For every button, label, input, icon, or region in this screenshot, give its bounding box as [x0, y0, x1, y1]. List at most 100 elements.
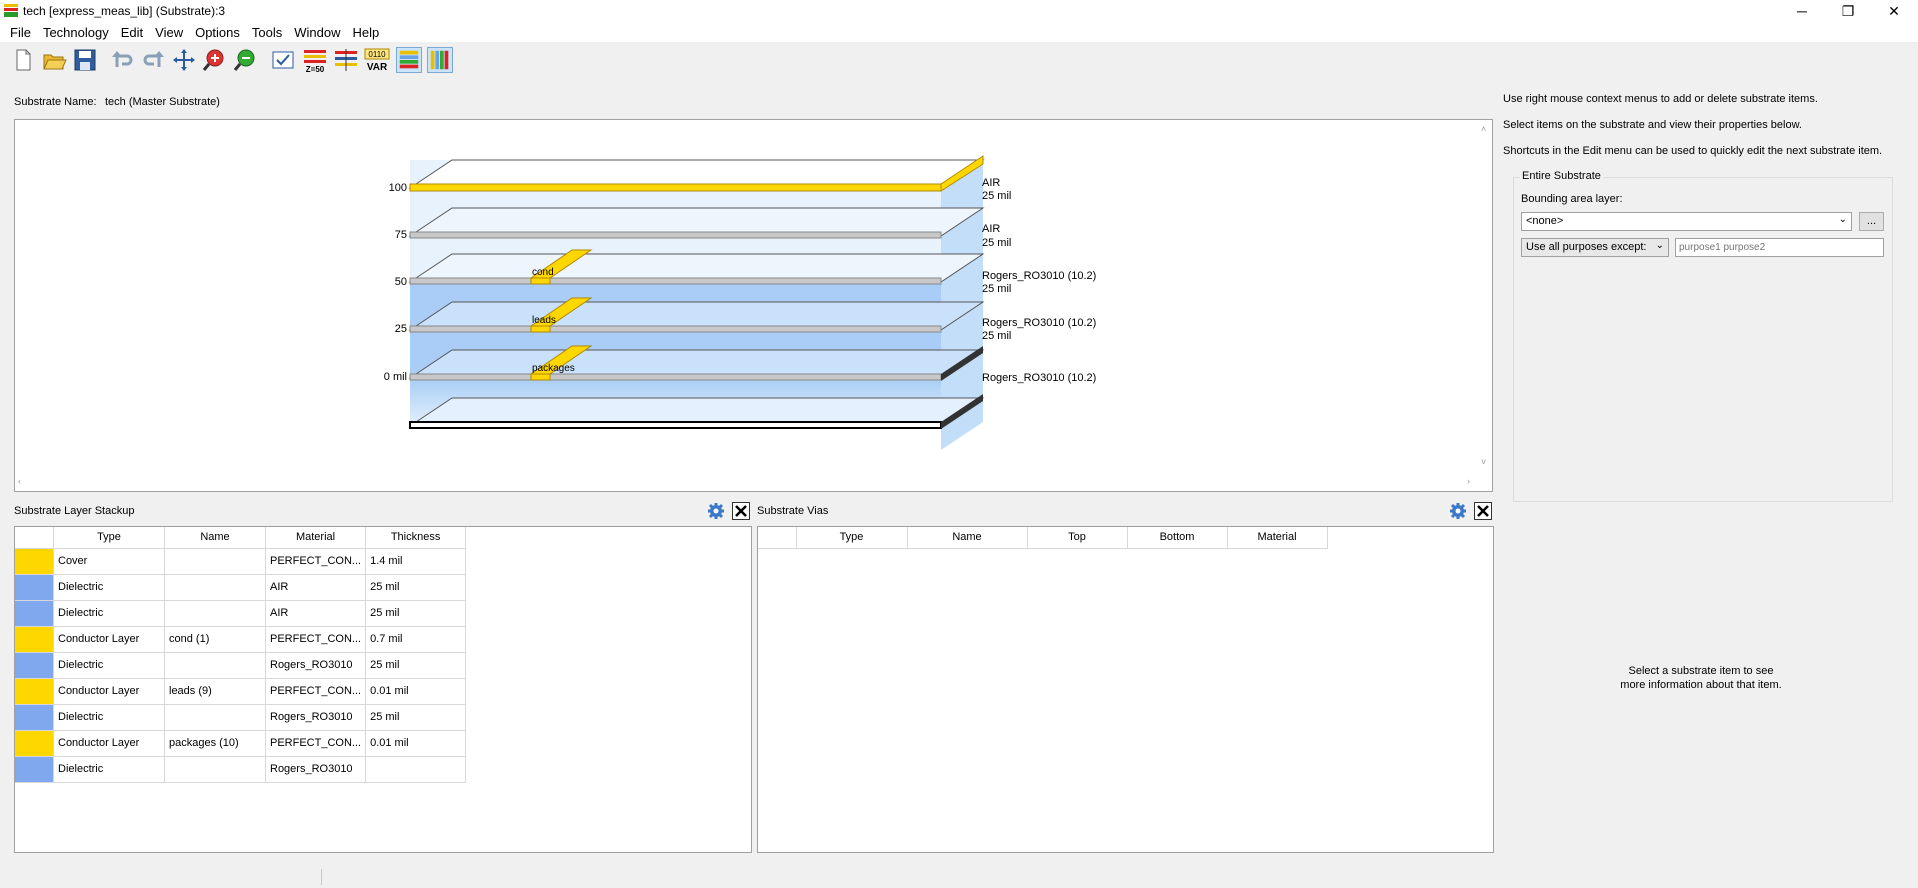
menu-technology[interactable]: Technology — [37, 25, 115, 40]
cell-material: AIR — [265, 600, 367, 627]
table-row[interactable]: Conductor Layer leads (9) PERFECT_CON...… — [15, 678, 467, 705]
table-row[interactable]: Conductor Layer packages (10) PERFECT_CO… — [15, 730, 467, 757]
vias-title: Substrate Vias — [757, 505, 829, 517]
cell-type: Conductor Layer — [53, 626, 165, 653]
col-vias-top[interactable]: Top — [1027, 527, 1128, 549]
color-swatch — [15, 652, 54, 679]
stackup-close-icon[interactable] — [732, 502, 750, 520]
vias-table: Type Name Top Bottom Material — [758, 527, 1328, 549]
cell-type: Dielectric — [53, 756, 165, 783]
col-vias-type[interactable]: Type — [796, 527, 908, 549]
bounding-area-label: Bounding area layer: — [1521, 193, 1623, 205]
redo-icon[interactable] — [140, 47, 166, 73]
help-text-3: Shortcuts in the Edit menu can be used t… — [1503, 145, 1883, 157]
cell-type: Cover — [53, 548, 165, 575]
vias-table-panel[interactable]: Type Name Top Bottom Material — [757, 526, 1494, 853]
close-window-button[interactable]: ✕ — [1871, 0, 1917, 22]
col-type[interactable]: Type — [53, 527, 165, 549]
toolbar: Z=50 0110 VAR — [0, 44, 1918, 76]
cell-name — [164, 548, 266, 575]
table-row[interactable]: Cover PERFECT_CON... 1.4 mil — [15, 548, 467, 575]
cell-material: Rogers_RO3010 — [265, 756, 367, 783]
right-label-thickness-2: 25 mil — [982, 237, 1011, 249]
cover-conductor[interactable] — [409, 183, 942, 192]
menu-tools[interactable]: Tools — [246, 25, 288, 40]
cell-name — [164, 600, 266, 627]
purposes-mode-select[interactable]: Use all purposes except: ⌄ — [1521, 238, 1669, 257]
vias-settings-gear-icon[interactable] — [1449, 502, 1467, 520]
zoom-in-icon[interactable] — [201, 47, 227, 73]
color-swatch — [15, 678, 54, 705]
pan-icon[interactable] — [171, 47, 197, 73]
menu-edit[interactable]: Edit — [115, 25, 149, 40]
menu-help[interactable]: Help — [347, 25, 386, 40]
browse-layer-button[interactable]: ... — [1859, 212, 1884, 231]
vertical-layers-icon[interactable] — [427, 47, 453, 73]
scroll-down-icon[interactable]: ˅ — [1481, 457, 1486, 467]
layers-icon[interactable] — [333, 47, 359, 73]
cell-thickness — [365, 756, 467, 783]
open-folder-icon[interactable] — [41, 47, 67, 73]
z-level-icon[interactable]: Z=50 — [302, 47, 328, 73]
right-label-material-1: AIR — [982, 177, 1000, 189]
table-row[interactable]: Dielectric Rogers_RO3010 25 mil — [15, 704, 467, 731]
table-row[interactable]: Dielectric Rogers_RO3010 25 mil — [15, 652, 467, 679]
save-icon[interactable] — [72, 47, 98, 73]
cell-name: cond (1) — [164, 626, 266, 653]
col-color — [15, 527, 54, 549]
color-swatch — [15, 574, 54, 601]
scroll-right-icon[interactable]: › — [1467, 476, 1470, 486]
purposes-input[interactable] — [1675, 238, 1884, 257]
substrate-name-label: Substrate Name: — [14, 96, 97, 108]
right-label-thickness-4: 25 mil — [982, 330, 1011, 342]
table-row[interactable]: Dielectric Rogers_RO3010 — [15, 756, 467, 783]
stackup-settings-gear-icon[interactable] — [707, 502, 725, 520]
undo-icon[interactable] — [110, 47, 136, 73]
variables-icon[interactable]: 0110 VAR — [364, 47, 390, 73]
menu-bar: File Technology Edit View Options Tools … — [0, 22, 1918, 42]
table-row[interactable]: Conductor Layer cond (1) PERFECT_CON... … — [15, 626, 467, 653]
horizontal-layers-icon[interactable] — [396, 47, 422, 73]
menu-view[interactable]: View — [149, 25, 189, 40]
minimize-button[interactable]: ─ — [1779, 0, 1825, 22]
right-label-material-5: Rogers_RO3010 (10.2) — [982, 372, 1096, 384]
cell-thickness: 1.4 mil — [365, 548, 467, 575]
tick-0: 0 mil — [384, 371, 407, 383]
chevron-down-icon: ⌄ — [1655, 240, 1664, 251]
scroll-up-icon[interactable]: ˄ — [1481, 124, 1486, 134]
title-bar: tech [express_meas_lib] (Substrate):3 ─ … — [0, 0, 1918, 22]
scroll-left-icon[interactable]: ‹ — [18, 476, 21, 486]
col-vias-name[interactable]: Name — [907, 527, 1028, 549]
color-swatch — [15, 626, 54, 653]
cell-name — [164, 704, 266, 731]
layer-bar-packages[interactable] — [409, 373, 942, 381]
col-material[interactable]: Material — [265, 527, 367, 549]
cell-type: Dielectric — [53, 574, 165, 601]
menu-file[interactable]: File — [4, 25, 37, 40]
col-thickness[interactable]: Thickness — [365, 527, 467, 549]
vias-close-icon[interactable] — [1474, 502, 1492, 520]
table-row[interactable]: Dielectric AIR 25 mil — [15, 600, 467, 627]
layer-bar-leads[interactable] — [409, 325, 942, 333]
layer-bar-cond[interactable] — [409, 277, 942, 285]
restore-button[interactable]: ❐ — [1825, 0, 1871, 22]
substrate-3d-view[interactable]: 100 75 50 25 0 mil cond leads packages A… — [15, 120, 1492, 491]
col-name[interactable]: Name — [164, 527, 266, 549]
new-document-icon[interactable] — [10, 47, 36, 73]
col-vias-material[interactable]: Material — [1227, 527, 1328, 549]
layer-bar-75 — [409, 231, 942, 239]
col-vias-bottom[interactable]: Bottom — [1127, 527, 1228, 549]
label-leads: leads — [532, 315, 556, 326]
cell-thickness: 25 mil — [365, 574, 467, 601]
table-row[interactable]: Dielectric AIR 25 mil — [15, 574, 467, 601]
cell-material: PERFECT_CON... — [265, 626, 367, 653]
menu-window[interactable]: Window — [288, 25, 346, 40]
right-label-thickness-1: 25 mil — [982, 190, 1011, 202]
zoom-out-icon[interactable] — [232, 47, 258, 73]
menu-options[interactable]: Options — [189, 25, 246, 40]
stackup-table-panel[interactable]: Type Name Material Thickness Cover PERFE… — [14, 526, 752, 853]
cell-type: Conductor Layer — [53, 678, 165, 705]
bounding-area-select[interactable]: <none> ⌄ — [1521, 212, 1852, 231]
substrate-diagram-panel[interactable]: 100 75 50 25 0 mil cond leads packages A… — [14, 119, 1493, 492]
check-icon[interactable] — [270, 47, 296, 73]
